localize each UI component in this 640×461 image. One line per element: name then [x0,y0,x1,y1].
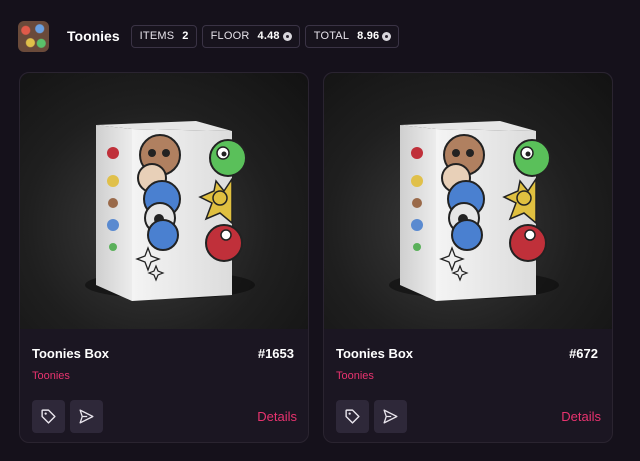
items-stat: ITEMS 2 [130,24,197,48]
card-title[interactable]: Toonies Box [32,346,109,361]
collection-avatar[interactable] [18,20,49,52]
nft-image[interactable] [324,73,612,329]
token-number: #1653 [257,346,294,361]
coin-icon [382,31,392,41]
card-title[interactable]: Toonies Box [336,346,413,361]
collection-header: Toonies ITEMS 2 FLOOR 4.48 TOTAL 8.96 [0,0,640,72]
toonies-box-illustration [389,121,559,301]
list-for-sale-button[interactable] [336,400,369,433]
items-value: 2 [182,30,189,42]
collection-name[interactable]: Toonies [67,28,120,44]
floor-value: 4.48 [257,30,280,42]
send-icon [79,409,94,424]
details-link[interactable]: Details [561,409,601,424]
nft-card[interactable]: Toonies Box #1653 Toonies Details [19,72,309,443]
coin-icon [282,31,292,41]
floor-label: FLOOR [210,30,250,42]
nft-card[interactable]: Toonies Box #672 Toonies Details [323,72,613,443]
collection-link[interactable]: Toonies [336,370,374,382]
tag-icon [41,409,56,424]
floor-stat: FLOOR 4.48 [201,24,300,48]
nft-image[interactable] [20,73,308,329]
transfer-button[interactable] [374,400,407,433]
token-number: #672 [569,346,598,361]
total-value: 8.96 [357,30,380,42]
total-stat: TOTAL 8.96 [304,24,400,48]
details-link[interactable]: Details [257,409,297,424]
transfer-button[interactable] [70,400,103,433]
collection-link[interactable]: Toonies [32,370,70,382]
tag-icon [345,409,360,424]
list-for-sale-button[interactable] [32,400,65,433]
items-label: ITEMS [139,30,175,42]
toonies-box-illustration [85,121,255,301]
send-icon [383,409,398,424]
total-label: TOTAL [313,30,350,42]
